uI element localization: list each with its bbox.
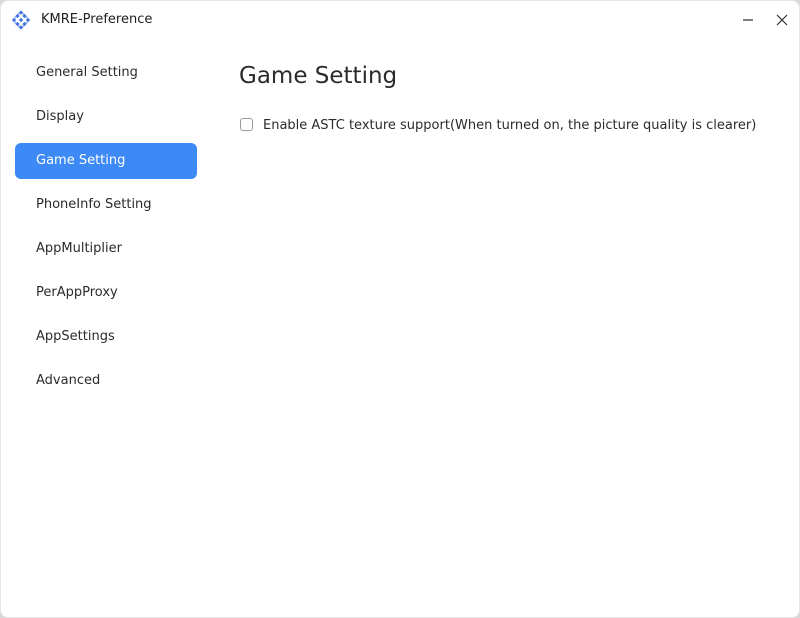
main-content: Game Setting Enable ASTC texture support… [239,57,779,133]
sidebar-item-label: Advanced [36,373,101,388]
close-icon [776,14,788,26]
astc-texture-label: Enable ASTC texture support(When turned … [263,118,757,133]
sidebar-item-label: Display [36,109,84,124]
preference-window: KMRE-Preference General Setting Display … [0,0,800,618]
sidebar-item-appsettings[interactable]: AppSettings [15,319,197,355]
sidebar-item-perappproxy[interactable]: PerAppProxy [15,275,197,311]
sidebar-item-label: AppSettings [36,329,115,344]
page-title: Game Setting [239,63,398,89]
title-bar: KMRE-Preference [1,1,799,39]
close-button[interactable] [772,10,792,30]
sidebar-item-phoneinfo-setting[interactable]: PhoneInfo Setting [15,187,197,223]
sidebar-item-advanced[interactable]: Advanced [15,363,197,399]
sidebar-item-label: PerAppProxy [36,285,118,300]
sidebar-item-label: AppMultiplier [36,241,122,256]
sidebar-item-appmultiplier[interactable]: AppMultiplier [15,231,197,267]
sidebar-item-label: General Setting [36,65,138,80]
sidebar-item-display[interactable]: Display [15,99,197,135]
sidebar-nav: General Setting Display Game Setting Pho… [15,55,197,407]
kmre-app-icon [11,10,31,30]
sidebar-item-general-setting[interactable]: General Setting [15,55,197,91]
sidebar-item-game-setting[interactable]: Game Setting [15,143,197,179]
minimize-button[interactable] [738,10,758,30]
sidebar-item-label: Game Setting [36,153,126,168]
window-title: KMRE-Preference [41,12,153,27]
minimize-icon [743,19,753,21]
astc-texture-checkbox[interactable] [240,118,253,131]
sidebar-item-label: PhoneInfo Setting [36,197,152,212]
